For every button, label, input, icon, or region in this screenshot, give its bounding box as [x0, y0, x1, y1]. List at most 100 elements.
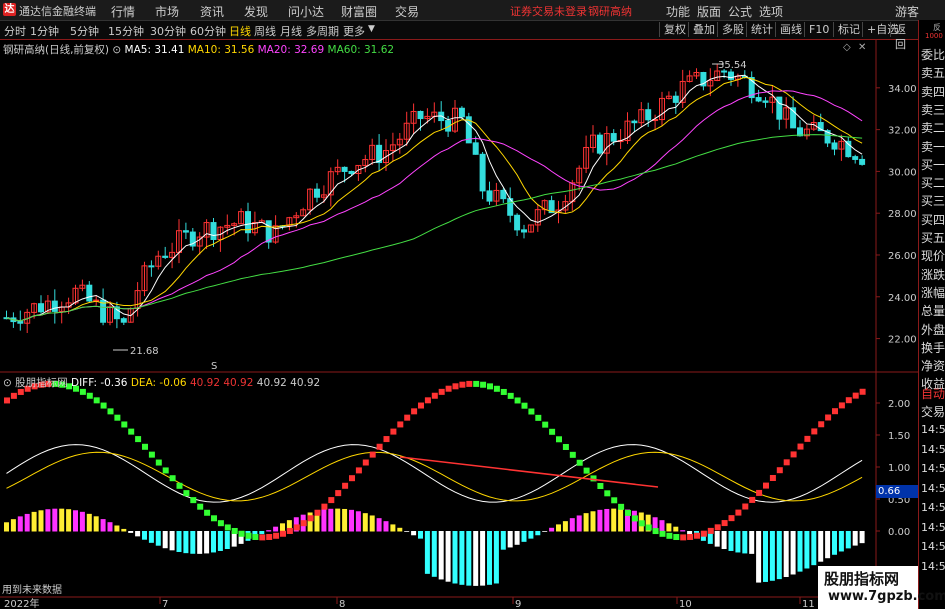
signal-block [652, 528, 659, 535]
macd-bar [321, 509, 327, 532]
macd-bar [17, 516, 23, 532]
macd-bar [45, 509, 51, 532]
tf-intraday[interactable]: 分时 [4, 23, 26, 39]
signal-block [749, 496, 756, 503]
menu-assistant[interactable]: 问小达 [288, 3, 324, 20]
sub-legend: ⊙ 股朋指标网 DIFF: -0.36 DEA: -0.06 40.92 40.… [3, 375, 320, 390]
macd-bar [176, 531, 182, 552]
signal-block [521, 402, 528, 409]
menu-wealth[interactable]: 财富圈 [341, 3, 377, 20]
kline-chart[interactable]: 34.00 32.00 30.00 28.00 26.00 24.00 22.00 2.00… [0, 40, 918, 609]
macd-bar [673, 526, 679, 532]
menu-trade[interactable]: 交易 [395, 3, 419, 20]
tf-60min[interactable]: 60分钟 [190, 23, 226, 39]
indicator-lines [4, 380, 866, 541]
macd-bar [342, 508, 348, 532]
macd-bar [66, 509, 72, 532]
settings-icon[interactable]: ⊙ [112, 44, 121, 56]
date-axis: 2022年 7 8 9 10 11 [4, 597, 815, 609]
candle-body [514, 214, 521, 231]
menu-news[interactable]: 资讯 [200, 3, 224, 20]
signal-block [645, 524, 652, 531]
quote-field-17: 净资 [921, 359, 945, 374]
signal-block [769, 474, 776, 481]
macd-bar [280, 523, 285, 532]
auto-label[interactable]: 自动 [921, 385, 945, 402]
menu-quotes[interactable]: 行情 [111, 3, 135, 20]
macd-bar [666, 523, 672, 532]
tf-more[interactable]: 更多 [343, 23, 365, 39]
draw-button[interactable]: 画线 [775, 22, 806, 37]
menu-function[interactable]: 功能 [666, 3, 690, 20]
signal-block [390, 428, 397, 435]
settings-icon[interactable]: ⊙ [3, 377, 12, 389]
mark-button[interactable]: 标记 [833, 22, 864, 37]
close-icon[interactable]: ✕ [858, 42, 866, 53]
signal-block [107, 408, 114, 415]
ma60-label: MA60: 31.62 [327, 44, 395, 56]
candle-body [148, 265, 155, 268]
macd-bar [521, 531, 527, 542]
tf-15min[interactable]: 15分钟 [108, 23, 144, 39]
overlay-button[interactable]: 叠加 [688, 22, 719, 37]
macd-bar [107, 522, 113, 532]
menu-layout[interactable]: 版面 [697, 3, 721, 20]
signal-block [404, 414, 411, 421]
macd-bar [604, 508, 610, 532]
candle-body [86, 284, 93, 302]
future-data-notice: 用到未来数据 [2, 585, 62, 596]
signal-block [93, 397, 100, 404]
macd-bar [542, 531, 548, 532]
multi-stock-button[interactable]: 多股 [717, 22, 748, 37]
tf-daily[interactable]: 日线 [229, 23, 251, 39]
ma20-line [6, 90, 863, 322]
macd-bar [224, 531, 230, 550]
signal-block [245, 532, 252, 539]
signal-block [459, 381, 466, 388]
trade-label[interactable]: 交易 [921, 403, 945, 420]
chevron-down-icon[interactable]: ▼ [368, 24, 375, 34]
adjust-button[interactable]: 复权 [659, 22, 690, 37]
trade-time-6: 14:56 [921, 540, 945, 553]
f10-button[interactable]: F10 [804, 22, 833, 37]
candle-body [17, 321, 24, 324]
tf-30min[interactable]: 30分钟 [150, 23, 186, 39]
login-warning[interactable]: 证券交易未登录 [510, 3, 587, 19]
signal-block [694, 532, 700, 539]
signal-block [148, 451, 155, 458]
candle-body [521, 229, 527, 233]
macd-bar [190, 531, 196, 554]
diamond-icon[interactable]: ◇ [843, 42, 851, 53]
macd-bar [590, 511, 596, 532]
tf-1min[interactable]: 1分钟 [30, 23, 59, 39]
macd-bar [562, 521, 568, 532]
tf-multi[interactable]: 多周期 [306, 23, 339, 39]
val3-label: 40.92 [256, 377, 287, 389]
app-logo-icon: 达 [3, 3, 16, 16]
signal-block [825, 414, 832, 421]
macd-bar [618, 508, 624, 532]
signal-block [776, 467, 783, 474]
diff-line [6, 444, 863, 503]
tf-5min[interactable]: 5分钟 [70, 23, 99, 39]
stats-button[interactable]: 统计 [746, 22, 777, 37]
menu-options[interactable]: 选项 [759, 3, 783, 20]
price-label-6: 22.00 [888, 335, 917, 346]
tf-monthly[interactable]: 月线 [280, 23, 302, 39]
tf-weekly[interactable]: 周线 [254, 23, 276, 39]
macd-bar [452, 531, 458, 584]
candle-body [762, 100, 769, 103]
date-label-1: 7 [162, 599, 168, 609]
signal-block [204, 509, 211, 516]
signal-block [832, 408, 838, 415]
macd-bar [135, 531, 141, 537]
trade-time-5: 14:56 [921, 520, 945, 534]
menu-market[interactable]: 市场 [155, 3, 179, 20]
menu-formula[interactable]: 公式 [728, 3, 752, 20]
macd-bar [142, 531, 147, 540]
signal-block [797, 443, 804, 450]
menu-discover[interactable]: 发现 [244, 3, 268, 20]
trade-time-1: 14:56 [921, 442, 945, 456]
guest-label[interactable]: 游客 [895, 3, 919, 20]
back-button[interactable]: 返回 [890, 22, 918, 51]
